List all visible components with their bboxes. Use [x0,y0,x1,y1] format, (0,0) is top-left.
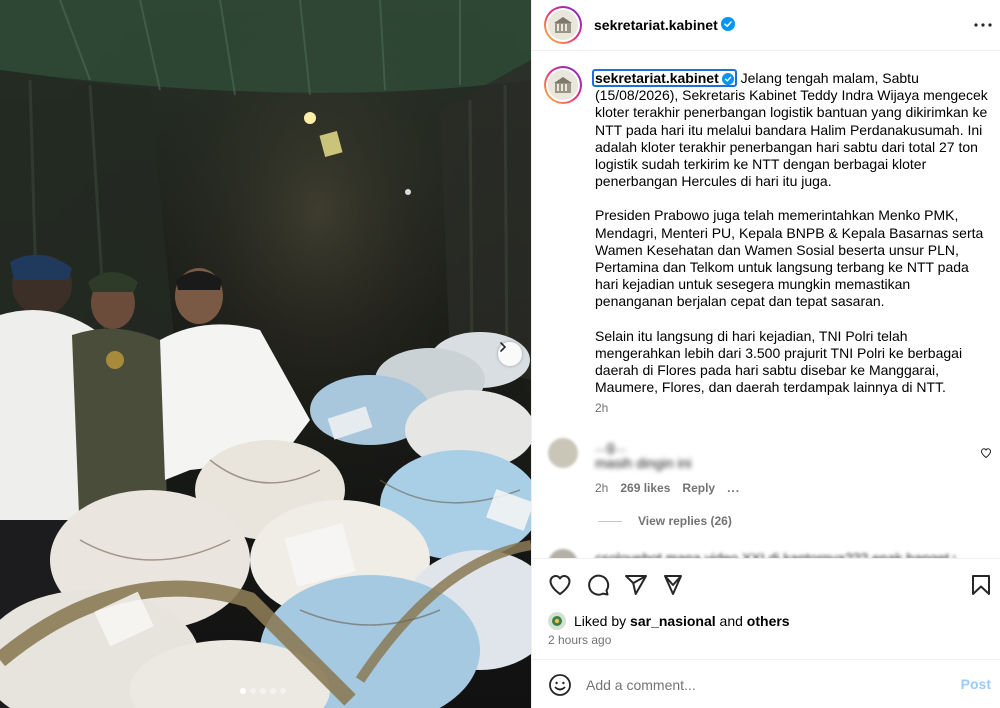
liker-avatar[interactable] [548,612,566,630]
caption-paragraph-1: Jelang tengah malam, Sabtu (15/08/2026),… [595,70,988,190]
caption-author-avatar[interactable] [544,66,582,104]
caption-paragraph-2: Presiden Prabowo juga telah memerintahka… [595,207,984,310]
comment-line-2: masih dingin ini [595,455,692,471]
comment-more-button[interactable]: ... [727,481,740,495]
comment-likes[interactable]: 269 likes [620,481,670,495]
verified-icon [721,73,734,85]
liked-by-user[interactable]: sar_nasional [630,613,716,629]
author-username[interactable]: sekretariat.kabinet [594,17,718,33]
carousel-dot [260,688,266,694]
carousel-dot [250,688,256,694]
post-caption: sekretariat.kabinet Jelang tengah malam,… [592,69,991,413]
caption-username[interactable]: sekretariat.kabinet [595,70,719,86]
more-options-button[interactable] [971,13,995,37]
view-replies-button[interactable]: View replies (26) [598,514,732,528]
post-actions: Liked by sar_nasional and others 2 hours… [532,558,1000,708]
comments-section[interactable]: sekretariat.kabinet Jelang tengah malam,… [532,52,1000,558]
comment-text: ...g... masih dingin ini [595,438,955,472]
repost-icon[interactable] [661,573,685,597]
add-comment-bar: Post [532,659,1000,708]
commenter-avatar[interactable] [548,549,578,558]
caption-username-link[interactable]: sekretariat.kabinet [592,69,737,87]
comment-icon[interactable] [586,573,610,597]
emoji-icon[interactable] [548,673,572,697]
liked-by-and: and [719,613,743,629]
liked-by: Liked by sar_nasional and others [548,612,790,630]
heart-icon[interactable] [548,573,572,597]
view-replies-label: View replies (26) [638,514,732,528]
reply-button[interactable]: Reply [682,481,715,495]
more-icon [974,23,992,27]
caption-paragraph-3: Selain itu langsung di hari kejadian, TN… [595,327,963,396]
sar-logo-icon [552,616,562,626]
comment-line-1: ...g... [595,438,627,454]
share-icon[interactable] [624,573,648,597]
comment-timestamp[interactable]: 2h [595,481,608,495]
carousel-dot [240,688,246,694]
like-comment-heart-icon[interactable] [980,447,992,459]
carousel-next-button[interactable] [498,342,522,366]
replies-divider [598,520,622,522]
comment-meta: 2h 269 likes Reply ... [595,481,740,495]
post-header: sekretariat.kabinet [532,0,1000,51]
photo-scene [0,0,531,708]
chevron-right-icon [500,342,507,352]
verified-icon [721,17,735,31]
building-logo-icon [554,77,572,93]
bookmark-icon[interactable] [969,573,993,597]
liked-by-others[interactable]: others [747,613,790,629]
post-details-panel: sekretariat.kabinet sekretariat.kabinet … [531,0,1000,708]
caption-timestamp[interactable]: 2h [595,401,608,415]
carousel-dot [280,688,286,694]
post-comment-button[interactable]: Post [961,676,991,692]
carousel-dots [240,688,286,694]
commenter-avatar[interactable] [548,438,578,468]
building-logo-icon [554,17,572,33]
post-photo[interactable] [0,0,531,708]
comment-text: csolovebot mana video XXI di kantornya??… [595,550,955,558]
comment-input[interactable] [586,674,946,696]
liked-by-prefix: Liked by [574,613,627,629]
carousel-dot [270,688,276,694]
post-timestamp[interactable]: 2 hours ago [548,633,611,647]
author-avatar[interactable] [544,6,582,44]
